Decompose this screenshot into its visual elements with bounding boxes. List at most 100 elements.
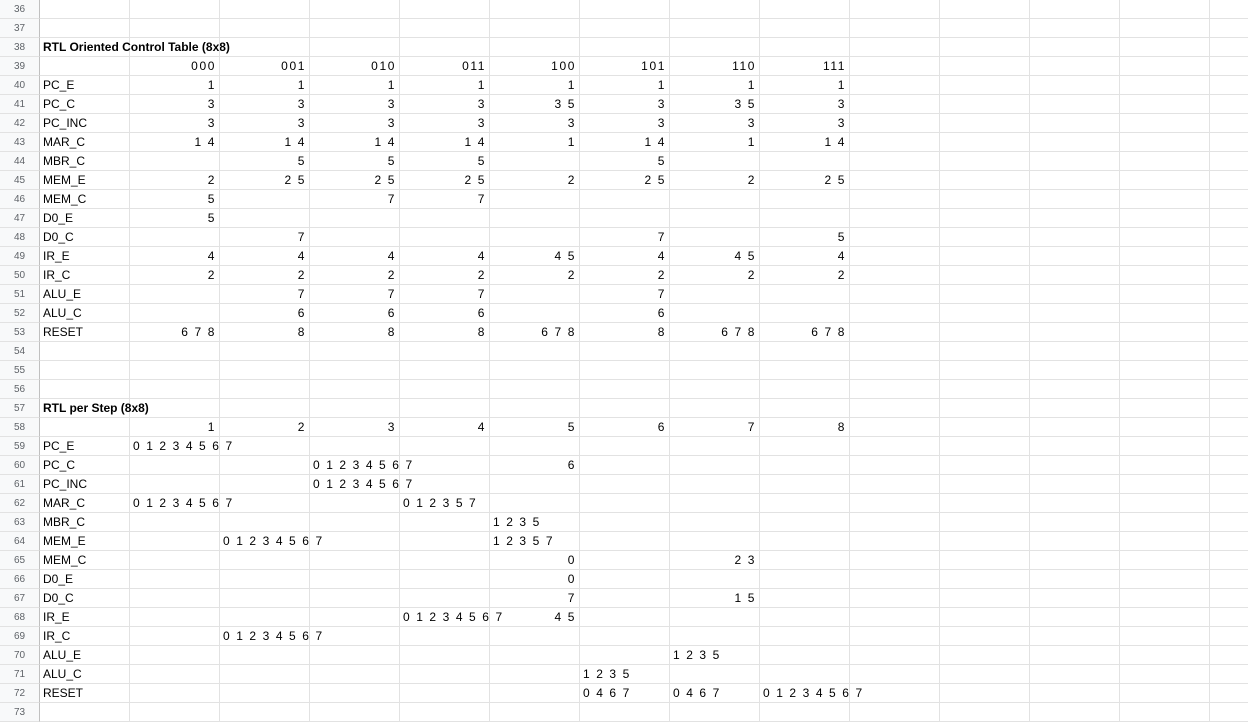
cell-r45-c4[interactable]: 2 5 xyxy=(400,171,490,190)
empty-cell[interactable] xyxy=(490,399,580,418)
empty-cell[interactable] xyxy=(1210,76,1248,95)
empty-cell[interactable] xyxy=(940,399,1030,418)
empty-cell[interactable] xyxy=(220,38,310,57)
empty-cell[interactable] xyxy=(1120,342,1210,361)
empty-cell[interactable] xyxy=(670,0,760,19)
row-header-52[interactable]: 52 xyxy=(0,304,40,323)
empty-cell[interactable] xyxy=(940,209,1030,228)
empty-cell[interactable] xyxy=(670,380,760,399)
empty-cell[interactable] xyxy=(490,380,580,399)
empty-cell[interactable] xyxy=(1030,665,1120,684)
empty-cell[interactable] xyxy=(1210,323,1248,342)
cell-r49-c0[interactable]: IR_E xyxy=(40,247,130,266)
row-header-49[interactable]: 49 xyxy=(0,247,40,266)
empty-cell[interactable] xyxy=(940,646,1030,665)
empty-cell[interactable] xyxy=(760,570,850,589)
empty-cell[interactable] xyxy=(130,589,220,608)
cell-r41-c4[interactable]: 3 xyxy=(400,95,490,114)
empty-cell[interactable] xyxy=(310,19,400,38)
empty-cell[interactable] xyxy=(1210,171,1248,190)
cell-r48-c6[interactable]: 7 xyxy=(580,228,670,247)
empty-cell[interactable] xyxy=(310,513,400,532)
cell-r69-c2[interactable]: 0 1 2 3 4 5 6 7 xyxy=(220,627,322,646)
empty-cell[interactable] xyxy=(760,703,850,722)
empty-cell[interactable] xyxy=(400,627,490,646)
empty-cell[interactable] xyxy=(940,190,1030,209)
cell-r40-c8[interactable]: 1 xyxy=(760,76,850,95)
empty-cell[interactable] xyxy=(310,684,400,703)
cell-r43-c2[interactable]: 1 4 xyxy=(220,133,310,152)
row-header-63[interactable]: 63 xyxy=(0,513,40,532)
empty-cell[interactable] xyxy=(40,361,130,380)
empty-cell[interactable] xyxy=(940,570,1030,589)
empty-cell[interactable] xyxy=(490,684,580,703)
cell-r40-c4[interactable]: 1 xyxy=(400,76,490,95)
cell-r68-c0[interactable]: IR_E xyxy=(40,608,130,627)
empty-cell[interactable] xyxy=(850,627,940,646)
empty-cell[interactable] xyxy=(220,0,310,19)
empty-cell[interactable] xyxy=(1120,285,1210,304)
empty-cell[interactable] xyxy=(1210,228,1248,247)
empty-cell[interactable] xyxy=(310,361,400,380)
empty-cell[interactable] xyxy=(1030,57,1120,76)
cell-r45-c3[interactable]: 2 5 xyxy=(310,171,400,190)
empty-cell[interactable] xyxy=(220,437,310,456)
cell-r52-c6[interactable]: 6 xyxy=(580,304,670,323)
cell-r43-c7[interactable]: 1 xyxy=(670,133,760,152)
cell-r44-c4[interactable]: 5 xyxy=(400,152,490,171)
empty-cell[interactable] xyxy=(490,361,580,380)
empty-cell[interactable] xyxy=(670,228,760,247)
cell-r49-c7[interactable]: 4 5 xyxy=(670,247,760,266)
cell-r41-c5[interactable]: 3 5 xyxy=(490,95,580,114)
empty-cell[interactable] xyxy=(1210,19,1248,38)
empty-cell[interactable] xyxy=(40,703,130,722)
cell-r41-c7[interactable]: 3 5 xyxy=(670,95,760,114)
empty-cell[interactable] xyxy=(1210,646,1248,665)
empty-cell[interactable] xyxy=(850,437,940,456)
empty-cell[interactable] xyxy=(400,342,490,361)
empty-cell[interactable] xyxy=(580,456,670,475)
empty-cell[interactable] xyxy=(220,399,310,418)
empty-cell[interactable] xyxy=(670,399,760,418)
empty-cell[interactable] xyxy=(1030,0,1120,19)
empty-cell[interactable] xyxy=(490,475,580,494)
row-header-62[interactable]: 62 xyxy=(0,494,40,513)
empty-cell[interactable] xyxy=(940,323,1030,342)
row-header-42[interactable]: 42 xyxy=(0,114,40,133)
empty-cell[interactable] xyxy=(1030,342,1120,361)
cell-r42-c5[interactable]: 3 xyxy=(490,114,580,133)
empty-cell[interactable] xyxy=(400,684,490,703)
empty-cell[interactable] xyxy=(580,475,670,494)
empty-cell[interactable] xyxy=(1120,513,1210,532)
cell-r63-c5[interactable]: 1 2 3 5 xyxy=(490,513,580,532)
empty-cell[interactable] xyxy=(670,304,760,323)
cell-r52-c2[interactable]: 6 xyxy=(220,304,310,323)
cell-r41-c2[interactable]: 3 xyxy=(220,95,310,114)
empty-cell[interactable] xyxy=(400,475,490,494)
empty-cell[interactable] xyxy=(490,19,580,38)
cell-r53-c5[interactable]: 6 7 8 xyxy=(490,323,580,342)
empty-cell[interactable] xyxy=(580,646,670,665)
empty-cell[interactable] xyxy=(850,285,940,304)
empty-cell[interactable] xyxy=(580,361,670,380)
row-header-61[interactable]: 61 xyxy=(0,475,40,494)
row-header-72[interactable]: 72 xyxy=(0,684,40,703)
empty-cell[interactable] xyxy=(1120,380,1210,399)
empty-cell[interactable] xyxy=(220,475,310,494)
cell-r52-c4[interactable]: 6 xyxy=(400,304,490,323)
empty-cell[interactable] xyxy=(1120,456,1210,475)
empty-cell[interactable] xyxy=(760,608,850,627)
empty-cell[interactable] xyxy=(850,38,940,57)
empty-cell[interactable] xyxy=(220,19,310,38)
empty-cell[interactable] xyxy=(580,38,670,57)
empty-cell[interactable] xyxy=(850,418,940,437)
empty-cell[interactable] xyxy=(1030,475,1120,494)
empty-cell[interactable] xyxy=(400,665,490,684)
empty-cell[interactable] xyxy=(760,532,850,551)
cell-r43-c4[interactable]: 1 4 xyxy=(400,133,490,152)
empty-cell[interactable] xyxy=(580,570,670,589)
cell-r49-c3[interactable]: 4 xyxy=(310,247,400,266)
empty-cell[interactable] xyxy=(760,665,850,684)
empty-cell[interactable] xyxy=(940,285,1030,304)
empty-cell[interactable] xyxy=(1210,551,1248,570)
